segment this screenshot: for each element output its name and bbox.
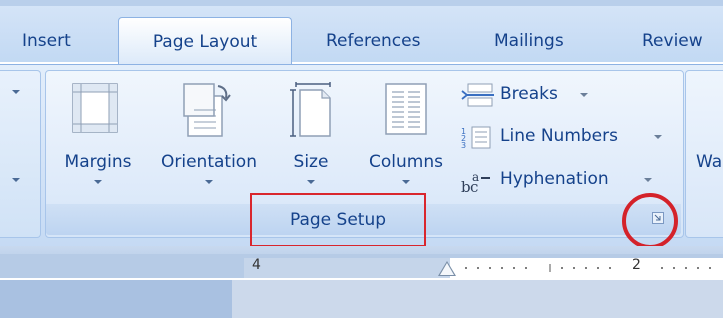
columns-icon xyxy=(384,82,428,140)
previous-group-edge xyxy=(0,70,41,238)
window-top-border xyxy=(0,0,723,6)
margins-button[interactable]: Margins xyxy=(50,76,146,194)
indent-marker[interactable] xyxy=(440,263,454,275)
size-button[interactable]: Size xyxy=(280,76,342,194)
ruler-number: 2 xyxy=(632,257,641,273)
line-numbers-button[interactable]: 1 2 3 Line Numbers xyxy=(460,124,670,150)
tab-insert[interactable]: Insert xyxy=(22,24,71,58)
columns-button[interactable]: Columns xyxy=(356,76,456,194)
ruler-number: 4 xyxy=(252,257,261,273)
page-setup-group-label: Page Setup xyxy=(250,193,426,247)
hyphenation-dropdown-icon xyxy=(644,178,652,182)
svg-text:a: a xyxy=(472,170,479,184)
line-numbers-dropdown-icon xyxy=(654,135,662,139)
margins-label: Margins xyxy=(64,152,132,172)
svg-text:3: 3 xyxy=(461,141,466,150)
margins-dropdown-icon xyxy=(94,180,102,184)
margins-icon xyxy=(70,82,120,138)
line-numbers-label: Line Numbers xyxy=(500,126,618,146)
breaks-icon xyxy=(460,82,496,112)
size-dropdown-icon xyxy=(307,180,315,184)
orientation-label: Orientation xyxy=(161,152,257,172)
tab-mailings[interactable]: Mailings xyxy=(494,24,564,58)
breaks-dropdown-icon xyxy=(580,93,588,97)
tab-review[interactable]: Review xyxy=(642,24,703,58)
ruler-margin-shade xyxy=(244,258,450,278)
orientation-icon xyxy=(182,82,236,142)
previous-group-arrow-icon xyxy=(12,90,20,94)
document-page-edge xyxy=(232,280,723,318)
tab-references[interactable]: References xyxy=(326,24,420,58)
columns-dropdown-icon xyxy=(402,180,410,184)
next-group-partial-label[interactable]: Wa xyxy=(696,152,722,172)
breaks-label: Breaks xyxy=(500,84,558,104)
tab-page-layout[interactable]: Page Layout xyxy=(118,17,292,66)
hyphenation-label: Hyphenation xyxy=(500,169,609,189)
hyphenation-button[interactable]: b c a Hyphenation xyxy=(460,167,660,196)
size-icon xyxy=(290,82,334,142)
orientation-button[interactable]: Orientation xyxy=(148,76,270,194)
hyphenation-icon: b c a xyxy=(460,169,496,199)
previous-group-arrow-icon xyxy=(12,178,20,182)
orientation-dropdown-icon xyxy=(205,180,213,184)
line-numbers-icon: 1 2 3 xyxy=(460,124,496,154)
highlight-circle xyxy=(622,193,678,249)
columns-label: Columns xyxy=(369,152,443,172)
breaks-button[interactable]: Breaks xyxy=(460,82,600,108)
size-label: Size xyxy=(293,152,329,172)
